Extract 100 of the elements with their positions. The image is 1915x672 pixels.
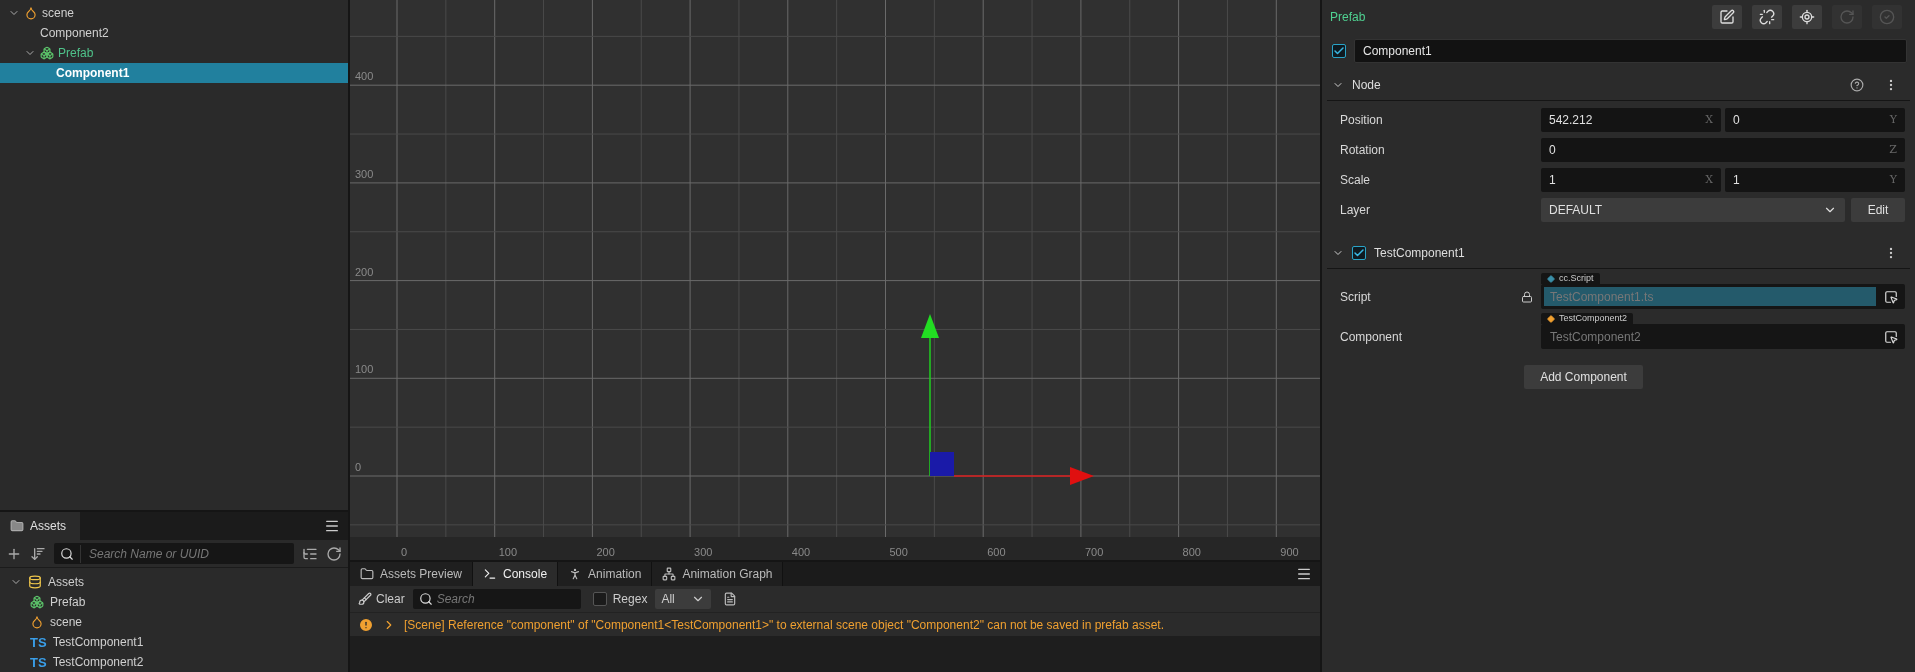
panel-tab[interactable]: Assets [0, 512, 80, 540]
panel-tab[interactable]: Animation Graph [652, 562, 784, 586]
axis-label: 400 [791, 546, 811, 558]
refresh-icon[interactable] [326, 545, 342, 562]
axis-label: 200 [596, 546, 615, 558]
database-icon [28, 575, 42, 589]
checkbox[interactable] [1352, 245, 1366, 260]
section-header[interactable]: TestComponent1 [1327, 237, 1910, 269]
number-field[interactable]: 0 Z [1541, 138, 1905, 162]
axis-label: 300 [355, 167, 374, 180]
property-label: Component [1340, 328, 1404, 346]
level-dropdown[interactable]: All [655, 589, 712, 609]
asset-label: scene [50, 614, 83, 631]
axis-label: 500 [889, 546, 908, 558]
property-label: Position [1340, 112, 1384, 129]
search-field[interactable]: Search [412, 589, 581, 609]
diamond-icon [1547, 274, 1555, 283]
node-name-field[interactable]: Component1 [1354, 39, 1907, 63]
axis-label: 0 [355, 461, 362, 473]
panel-tab[interactable]: Animation [558, 562, 653, 586]
checkbox[interactable] [1332, 44, 1346, 58]
x-axis-arrow[interactable] [953, 467, 1094, 485]
clear-button[interactable]: Clear [358, 590, 405, 608]
origin-handle[interactable] [930, 452, 954, 476]
help-icon[interactable] [1850, 77, 1864, 92]
cubes-icon [30, 595, 44, 609]
section-header[interactable]: Node [1327, 69, 1910, 101]
number-field[interactable]: 1 X [1541, 168, 1721, 192]
node-label: scene [42, 5, 75, 22]
ts-label: TS [30, 635, 47, 649]
inspector-title: Prefab [1329, 8, 1367, 26]
sort-icon[interactable] [30, 545, 46, 562]
axis-label: 0 [401, 546, 408, 558]
diamond-icon [1547, 314, 1555, 323]
menu-icon[interactable] [324, 518, 340, 534]
panel-tab[interactable]: Console [473, 562, 559, 586]
asset-row[interactable]: TS TestComponent1 [0, 632, 348, 652]
asset-row[interactable]: TS TestComponent2 [0, 652, 348, 672]
asset-row[interactable]: Prefab [0, 592, 348, 612]
asset-label: TestComponent2 [52, 654, 144, 671]
property-label: Script [1340, 288, 1372, 306]
ts-label: TS [30, 655, 47, 669]
asset-label: Assets [48, 574, 84, 591]
droplet-icon [24, 6, 38, 20]
asset-label: TestComponent1 [52, 634, 144, 651]
tool-button[interactable] [1752, 4, 1782, 29]
panel-tab[interactable]: Assets Preview [350, 562, 474, 586]
document-icon[interactable] [723, 592, 738, 606]
axis-label: 400 [355, 70, 374, 83]
pick-icon[interactable] [1884, 289, 1898, 304]
add-component-button[interactable]: Add Component [1524, 365, 1643, 389]
folder-icon [10, 519, 24, 533]
warning-icon [358, 616, 374, 633]
axis-label: 600 [987, 546, 1006, 558]
tool-button[interactable] [1792, 4, 1822, 29]
node-label: Component2 [40, 25, 109, 42]
search-field[interactable]: Search Name or UUID [54, 543, 294, 564]
log-row[interactable]: [Scene] Reference "component" of "Component1<TestComponent1>" to external scene object "Component2" can not be saved in prefab asset. [350, 612, 1320, 636]
tree-row[interactable]: Prefab [0, 43, 348, 63]
number-field[interactable]: 0 Y [1725, 108, 1905, 132]
graph-icon [662, 567, 677, 581]
node-label: Component1 [56, 65, 130, 82]
terminal-icon [483, 567, 498, 581]
axis-label: 200 [355, 265, 374, 278]
check-circle-icon [1879, 8, 1895, 25]
edit-icon [1719, 8, 1735, 25]
property-label: Rotation [1340, 142, 1386, 159]
log-message: [Scene] Reference "component" of "Component1<TestComponent1>" to external scene object "Component2" can not be saved in prefab asset. [404, 616, 1165, 634]
property-label: Scale [1340, 172, 1372, 189]
refresh-icon [1839, 8, 1855, 25]
layer-dropdown[interactable]: DEFAULT [1541, 198, 1845, 222]
number-field[interactable]: 542.212 X [1541, 108, 1721, 132]
number-field[interactable]: 1 Y [1725, 168, 1905, 192]
asset-row[interactable]: scene [0, 612, 348, 632]
scene-view[interactable]: 400 300 200 100 0 0 100 200 300 400 500 600 700 800 900 [350, 0, 1320, 560]
axis-label: 300 [694, 546, 713, 558]
search-input[interactable]: Search [436, 590, 575, 608]
search-icon [418, 592, 433, 606]
search-icon [60, 546, 74, 561]
axis-label: 100 [355, 363, 374, 376]
search-input[interactable]: Search Name or UUID [80, 544, 288, 563]
tool-button[interactable] [1712, 4, 1742, 29]
axis-label: 100 [498, 546, 518, 558]
locate-icon [1799, 8, 1815, 25]
brush-icon [358, 592, 372, 606]
asset-label: Prefab [50, 594, 86, 611]
axis-label: 700 [1084, 546, 1104, 558]
menu-icon[interactable] [1296, 566, 1312, 582]
tree-row[interactable]: Component2 [0, 23, 348, 43]
asset-field[interactable]: TestComponent2 [1541, 324, 1905, 349]
edit-button[interactable]: Edit [1851, 198, 1905, 222]
axis-label: 800 [1182, 546, 1201, 558]
type-tag: cc.Script [1541, 273, 1600, 284]
tree-row[interactable]: Component1 [0, 63, 348, 83]
y-axis-arrow[interactable] [921, 314, 939, 477]
tree-row[interactable]: scene [0, 3, 348, 23]
property-label: Layer [1340, 202, 1372, 219]
asset-row[interactable]: Assets [0, 572, 348, 592]
pick-icon[interactable] [1884, 329, 1898, 344]
checkbox[interactable] [592, 592, 607, 606]
